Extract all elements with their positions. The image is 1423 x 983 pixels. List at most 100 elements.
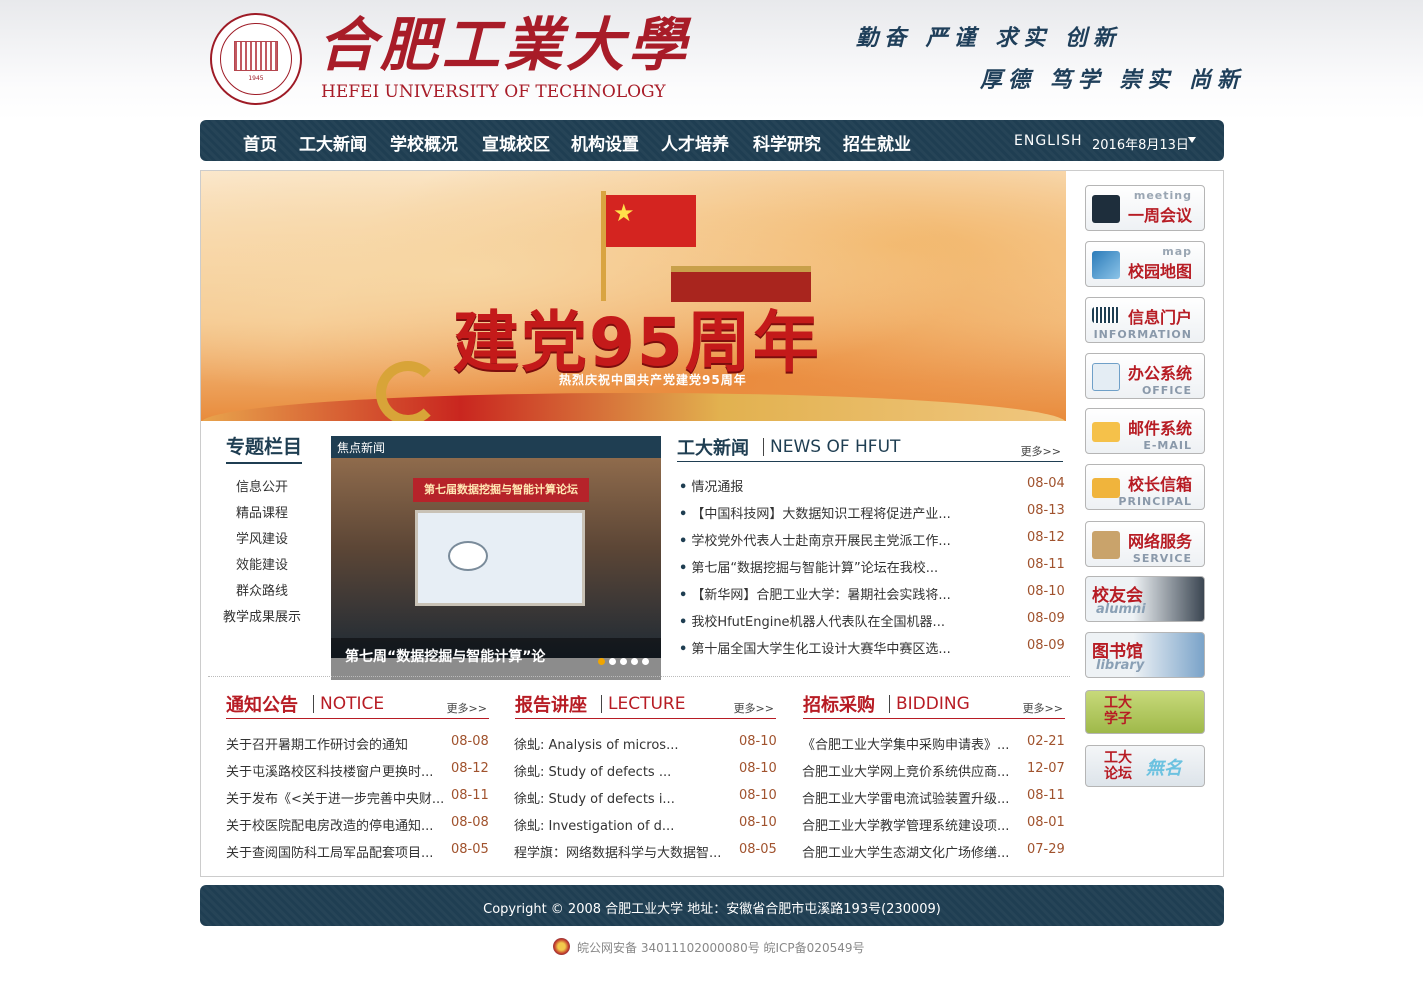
campus-map-button[interactable]: map 校园地图 (1085, 241, 1205, 287)
bullet-icon: • (679, 642, 688, 657)
notice-item[interactable]: 关于召开暑期工作研讨会的通知 (226, 734, 408, 753)
news-item-title[interactable]: 【新华网】合肥工业大学：暑期社会实践将... (691, 588, 950, 603)
meeting-en: meeting (1133, 189, 1192, 202)
star-icon: ★ (613, 199, 635, 227)
nav-home[interactable]: 首页 (243, 130, 277, 155)
bidding-item[interactable]: 合肥工业大学教学管理系统建设项... (802, 815, 1009, 834)
special-column-title: 专题栏目 (226, 432, 303, 464)
nav-overview[interactable]: 学校概况 (390, 130, 458, 155)
beian-text[interactable]: 皖公网安备 34011102000080号 皖ICP备020549号 (577, 939, 864, 956)
motto-line-2: 厚德 笃学 崇实 尚新 (980, 67, 1245, 93)
info-portal-button[interactable]: 信息门户 INFORMATION (1085, 297, 1205, 343)
lecture-item[interactable]: 徐虬: Investigation of d... (514, 815, 674, 834)
notice-more-link[interactable]: 更多>> (447, 700, 487, 716)
divider (313, 695, 314, 713)
slider-dot[interactable] (642, 658, 649, 665)
bidding-more-link[interactable]: 更多>> (1023, 700, 1063, 716)
bidding-item[interactable]: 《合肥工业大学集中采购申请表》... (802, 734, 1009, 753)
special-item[interactable]: 教学成果展示 (207, 606, 317, 625)
special-item[interactable]: 信息公开 (207, 476, 317, 495)
english-link[interactable]: ENGLISH (1014, 133, 1083, 149)
notice-item-date: 08-11 (451, 788, 489, 803)
lecture-title-cn: 报告讲座 (515, 695, 587, 716)
nav-news[interactable]: 工大新闻 (299, 130, 367, 155)
focus-news-slider[interactable]: 焦点新闻 第七届数据挖掘与智能计算论坛 第七周“数据挖掘与智能计算”论 (331, 436, 661, 680)
service-en: SERVICE (1132, 552, 1192, 565)
focus-news-header: 焦点新闻 (331, 436, 661, 458)
email-system-button[interactable]: 邮件系统 E-MAIL (1085, 408, 1205, 454)
banner-subtitle: 热烈庆祝中国共产党建党95周年 (559, 373, 747, 387)
weekly-meeting-button[interactable]: meeting 一周会议 (1085, 185, 1205, 231)
university-name-cn[interactable]: 合肥工業大學 (318, 10, 690, 80)
university-seal-logo[interactable]: 1945 (210, 13, 302, 105)
envelope-icon (1092, 422, 1120, 442)
slider-dot[interactable] (631, 658, 638, 665)
lecture-item-date: 08-10 (739, 761, 777, 776)
news-item[interactable]: • 我校HfutEngine机器人代表队在全国机器... (679, 611, 945, 630)
motto-line-1: 勤奋 严谨 求实 创新 (856, 25, 1121, 51)
special-item[interactable]: 群众路线 (207, 580, 317, 599)
lecture-more-link[interactable]: 更多>> (734, 700, 774, 716)
focus-news-caption[interactable]: 第七周“数据挖掘与智能计算”论 (345, 646, 545, 666)
university-name-en[interactable]: HEFEI UNIVERSITY OF TECHNOLOGY (321, 82, 666, 102)
news-item[interactable]: • 情况通报 (679, 476, 743, 495)
lecture-item[interactable]: 程学旗：网络数据科学与大数据智... (514, 842, 721, 861)
news-item[interactable]: • 第七届“数据挖掘与智能计算”论坛在我校... (679, 557, 938, 576)
nav-xuancheng[interactable]: 宣城校区 (482, 130, 550, 155)
news-item[interactable]: • 学校党外代表人士赴南京开展民主党派工作... (679, 530, 951, 549)
news-item-title[interactable]: 第七届“数据挖掘与智能计算”论坛在我校... (691, 561, 938, 576)
slider-dot[interactable] (620, 658, 627, 665)
lecture-item[interactable]: 徐虬: Analysis of micros... (514, 734, 678, 753)
lecture-item[interactable]: 徐虬: Study of defects ... (514, 761, 671, 780)
current-date[interactable]: 2016年8月13日 (1092, 134, 1189, 153)
bidding-item-date: 08-01 (1027, 815, 1065, 830)
hfut-forum-button[interactable]: 工大论坛 無名 (1085, 745, 1205, 787)
alumni-button[interactable]: 校友会 alumni (1085, 576, 1205, 622)
notice-item[interactable]: 关于发布《<关于进一步完善中央财... (226, 788, 444, 807)
library-button[interactable]: 图书馆 library (1085, 632, 1205, 678)
map-cn: 校园地图 (1127, 262, 1192, 281)
notice-item[interactable]: 关于校医院配电房改造的停电通知... (226, 815, 433, 834)
slider-dot[interactable] (598, 658, 605, 665)
special-item[interactable]: 精品课程 (207, 502, 317, 521)
lecture-item[interactable]: 徐虬: Study of defects i... (514, 788, 675, 807)
hfut-students-button[interactable]: 工大学子 (1085, 690, 1205, 734)
hero-banner[interactable]: ★ 建党95周年 热烈庆祝中国共产党建党95周年 (201, 171, 1066, 421)
police-badge-icon[interactable] (553, 938, 570, 955)
news-item[interactable]: • 【中国科技网】大数据知识工程将促进产业... (679, 503, 951, 522)
nav-education[interactable]: 人才培养 (661, 130, 729, 155)
chevron-down-icon[interactable] (1188, 137, 1196, 143)
news-item-title[interactable]: 第十届全国大学生化工设计大赛华中赛区选... (691, 642, 950, 657)
caption-bar: 第七周“数据挖掘与智能计算”论 (331, 638, 661, 680)
news-item[interactable]: • 第十届全国大学生化工设计大赛华中赛区选... (679, 638, 951, 657)
bidding-item-date: 07-29 (1027, 842, 1065, 857)
focus-news-image[interactable]: 第七届数据挖掘与智能计算论坛 第七周“数据挖掘与智能计算”论 (331, 458, 661, 680)
bidding-item[interactable]: 合肥工业大学生态湖文化广场修缮... (802, 842, 1009, 861)
news-more-link[interactable]: 更多>> (1021, 443, 1061, 459)
news-item-title[interactable]: 【中国科技网】大数据知识工程将促进产业... (691, 507, 950, 522)
slider-dot[interactable] (609, 658, 616, 665)
nav-research[interactable]: 科学研究 (753, 130, 821, 155)
news-item[interactable]: • 【新华网】合肥工业大学：暑期社会实践将... (679, 584, 951, 603)
bidding-item[interactable]: 合肥工业大学网上竞价系统供应商... (802, 761, 1009, 780)
nav-institutions[interactable]: 机构设置 (571, 130, 639, 155)
news-item-date: 08-12 (1027, 530, 1065, 545)
email-cn: 邮件系统 (1127, 419, 1192, 438)
news-item-title[interactable]: 学校党外代表人士赴南京开展民主党派工作... (691, 534, 950, 549)
nav-admission[interactable]: 招生就业 (843, 130, 911, 155)
library-en: library (1096, 658, 1145, 673)
notice-item-date: 08-05 (451, 842, 489, 857)
special-item[interactable]: 效能建设 (207, 554, 317, 573)
news-section-header: 工大新闻 NEWS OF HFUT 更多>> (677, 434, 1063, 462)
office-system-button[interactable]: 办公系统 OFFICE (1085, 353, 1205, 399)
principal-mailbox-button[interactable]: 校长信箱 PRINCIPAL (1085, 464, 1205, 510)
notice-item[interactable]: 关于查阅国防科工局军品配套项目... (226, 842, 433, 861)
network-service-button[interactable]: 网络服务 SERVICE (1085, 521, 1205, 567)
news-item-title[interactable]: 我校HfutEngine机器人代表队在全国机器... (691, 615, 945, 630)
barcode-icon (1092, 307, 1120, 323)
bidding-item[interactable]: 合肥工业大学雷电流试验装置升级... (802, 788, 1009, 807)
forum-cn: 工大论坛 (1104, 750, 1132, 782)
news-item-title[interactable]: 情况通报 (691, 480, 743, 495)
notice-item[interactable]: 关于屯溪路校区科技楼窗户更换时... (226, 761, 433, 780)
special-item[interactable]: 学风建设 (207, 528, 317, 547)
